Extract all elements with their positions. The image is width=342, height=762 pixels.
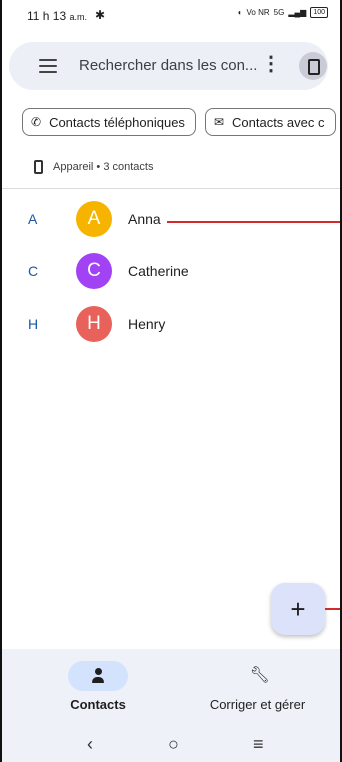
status-time: 11 h 13 a.m. (27, 9, 88, 23)
person-icon (92, 668, 104, 684)
search-bar[interactable]: Rechercher dans les con... ⋮ (9, 42, 328, 90)
phone-icon: ✆ (31, 115, 42, 129)
nfc-icon: ◐ (237, 8, 243, 17)
account-header: Appareil • 3 contacts (34, 160, 153, 174)
signal-icon: ▂▄▆ (288, 8, 307, 17)
nav-contacts[interactable]: Contacts (64, 661, 132, 712)
search-input[interactable]: Rechercher dans les con... (79, 57, 257, 74)
recents-icon[interactable]: ≡ (253, 734, 264, 755)
section-letter: C (28, 263, 39, 279)
chip-email-contacts[interactable]: ✉ Contacts avec c (204, 108, 336, 136)
avatar: A (76, 201, 112, 237)
list-item[interactable]: A A Anna (0, 199, 342, 239)
avatar: H (76, 306, 112, 342)
chip-label: Contacts téléphoniques (49, 114, 185, 130)
contact-name: Anna (128, 211, 161, 227)
list-item[interactable]: H H Henry (0, 304, 342, 344)
back-icon[interactable]: ‹ (87, 734, 93, 755)
nav-indicator (68, 661, 128, 691)
contact-name: Catherine (128, 263, 189, 279)
signal-label: 5G (273, 8, 285, 17)
home-icon[interactable]: ○ (168, 734, 179, 755)
wrench-icon: 🔧︎ (249, 667, 270, 684)
avatar: C (76, 253, 112, 289)
chip-label: Contacts avec c (232, 114, 325, 130)
section-letter: A (28, 211, 38, 227)
annotation-line (167, 221, 342, 223)
status-bar: 11 h 13 a.m. ✱ ◐ Vo NR 5G ▂▄▆ 100 (0, 0, 342, 26)
list-item[interactable]: C C Catherine (0, 251, 342, 291)
chip-phone-contacts[interactable]: ✆ Contacts téléphoniques (22, 108, 196, 136)
network-label: Vo NR (246, 8, 270, 17)
section-letter: H (28, 316, 39, 332)
annotation-line (325, 608, 342, 610)
system-navigation: ‹ ○ ≡ (0, 734, 342, 758)
battery-icon: 100 (310, 7, 328, 18)
nav-fix-manage[interactable]: 🔧︎ Corriger et gérer (200, 661, 315, 712)
contact-name: Henry (128, 316, 166, 332)
account-label: Appareil • 3 contacts (53, 161, 154, 173)
device-icon (308, 59, 320, 75)
status-icons: ◐ Vo NR 5G ▂▄▆ 100 (238, 7, 328, 18)
nav-indicator: 🔧︎ (228, 661, 288, 691)
add-contact-button[interactable]: + (271, 583, 325, 635)
phone-device-icon (34, 160, 43, 174)
mail-icon: ✉ (213, 115, 224, 129)
filter-chips: ✆ Contacts téléphoniques ✉ Contacts avec… (22, 108, 336, 136)
nav-label: Contacts (70, 697, 126, 712)
gear-icon: ✱ (95, 8, 106, 22)
more-options-icon[interactable]: ⋮ (261, 54, 281, 74)
nav-label: Corriger et gérer (209, 697, 306, 712)
menu-icon[interactable] (39, 59, 57, 77)
divider (0, 188, 342, 189)
device-account-button[interactable] (299, 52, 327, 80)
